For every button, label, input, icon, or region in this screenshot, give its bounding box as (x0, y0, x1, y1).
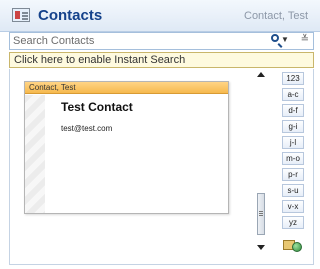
card-decoration (25, 95, 45, 213)
contact-cards-view: Contact, Test Test Contact test@test.com… (9, 69, 314, 265)
scroll-up-arrow-icon[interactable] (257, 72, 265, 77)
chevron-down-icon: ▼ (281, 35, 289, 44)
expand-query-builder-icon[interactable]: ≚ (301, 34, 309, 45)
search-box: ▼ ≚ (9, 32, 314, 50)
scroll-thumb[interactable] (257, 193, 265, 235)
alpha-button-123[interactable]: 123 (282, 72, 304, 85)
contact-full-name: Test Contact (61, 100, 133, 114)
selected-contact-label: Contact, Test (244, 10, 308, 22)
vertical-scrollbar[interactable] (256, 69, 266, 254)
address-book-globe-icon[interactable] (281, 239, 305, 253)
scroll-down-arrow-icon[interactable] (257, 245, 265, 250)
alpha-button-j-l[interactable]: j-l (282, 136, 304, 149)
contact-card-file-as[interactable]: Contact, Test (25, 82, 228, 94)
contact-card[interactable]: Contact, Test Test Contact test@test.com (24, 81, 229, 214)
alpha-button-g-i[interactable]: g-i (282, 120, 304, 133)
alpha-button-v-x[interactable]: v-x (282, 200, 304, 213)
search-icon (271, 34, 279, 42)
alpha-button-s-u[interactable]: s-u (282, 184, 304, 197)
search-input[interactable] (13, 34, 253, 48)
alpha-button-a-c[interactable]: a-c (282, 88, 304, 101)
alpha-button-d-f[interactable]: d-f (282, 104, 304, 117)
alpha-button-yz[interactable]: yz (282, 216, 304, 229)
page-title: Contacts (38, 7, 103, 24)
globe-icon (292, 242, 302, 252)
contacts-header: Contacts Contact, Test (0, 0, 320, 32)
instant-search-infobar[interactable]: Click here to enable Instant Search (9, 52, 314, 68)
contacts-card-icon (12, 8, 30, 22)
search-options-button[interactable]: ▼ (269, 34, 289, 48)
alpha-button-m-o[interactable]: m-o (282, 152, 304, 165)
alpha-button-p-r[interactable]: p-r (282, 168, 304, 181)
contact-email[interactable]: test@test.com (61, 124, 112, 133)
